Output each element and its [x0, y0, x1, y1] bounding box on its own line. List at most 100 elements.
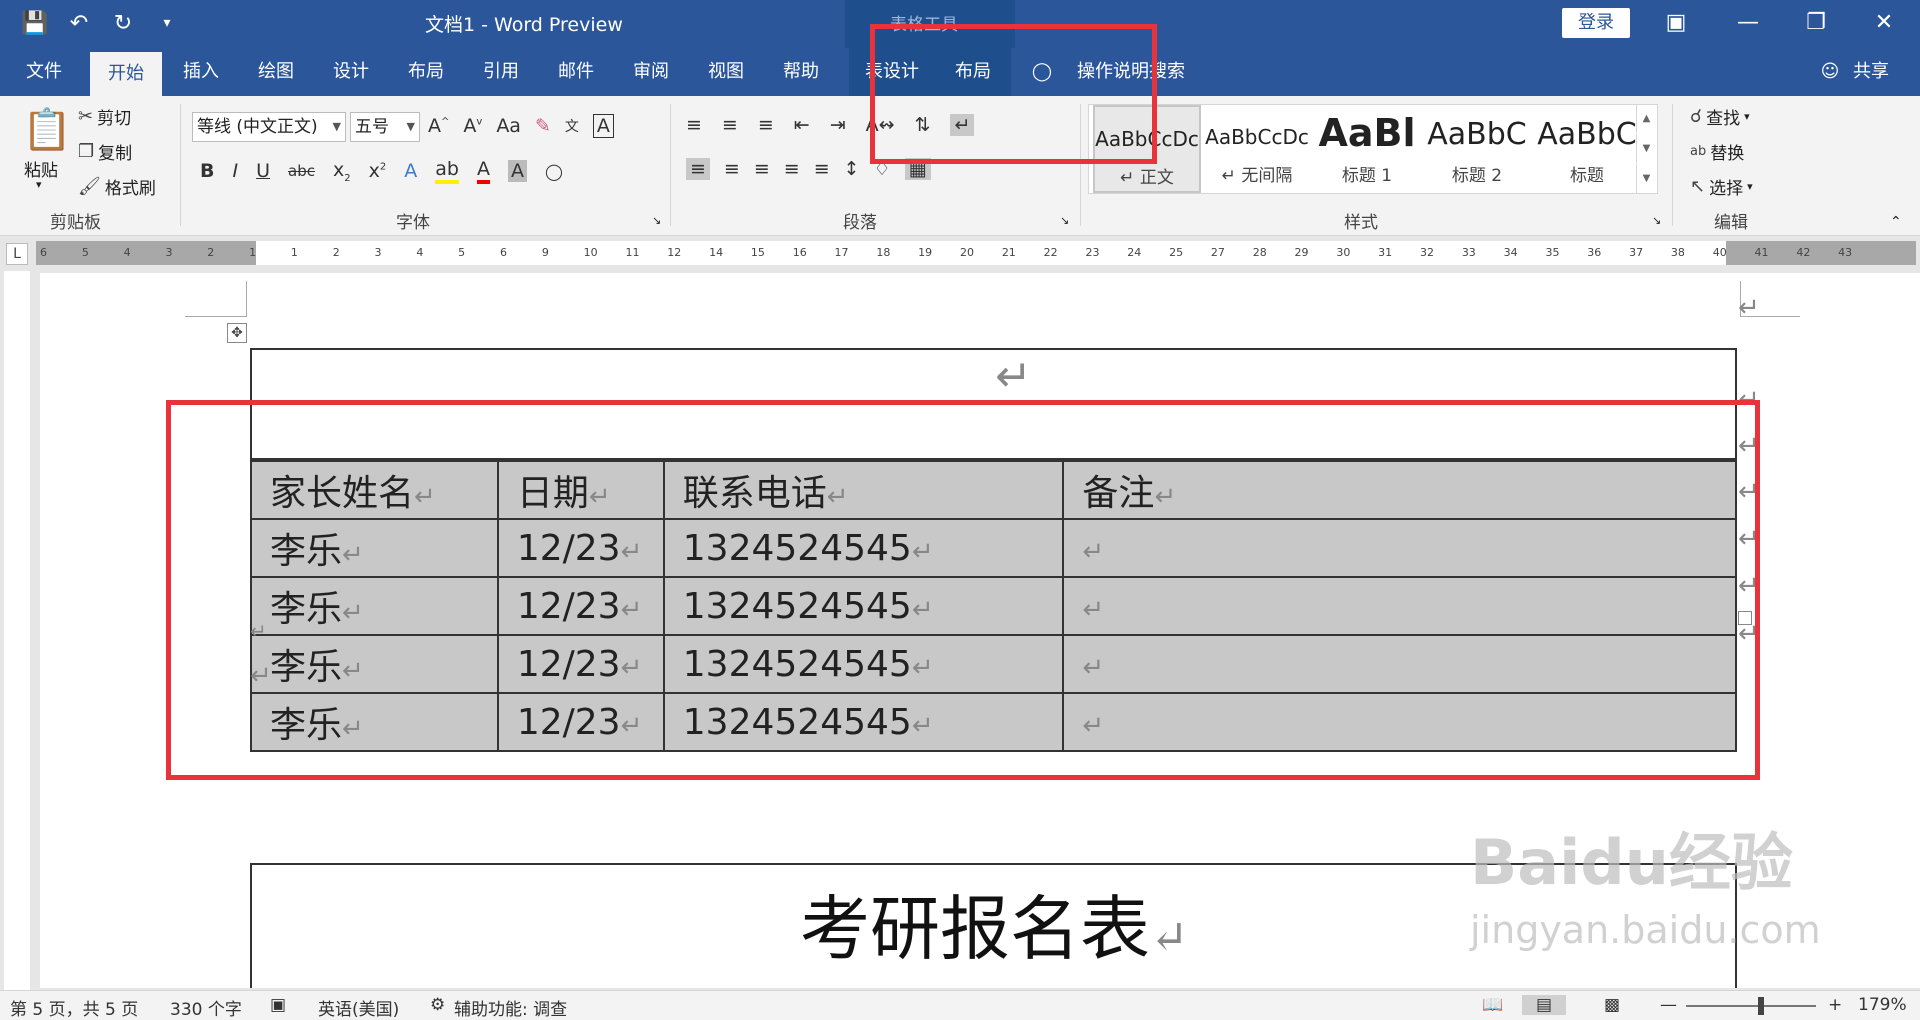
tab-file[interactable]: 文件 [12, 48, 76, 96]
quick-access-toolbar: 💾 ↶ ↻ ▾ [20, 8, 182, 38]
font-toolbar-row1: A^ Av Aa ✎ 文 A [428, 114, 614, 138]
style-heading-1[interactable]: AaBl 标题 1 [1313, 105, 1421, 193]
window-title: 文档1 - Word Preview [425, 14, 623, 36]
close-button[interactable]: ✕ [1866, 6, 1902, 40]
dialog-launcher-icon[interactable]: ↘ [652, 214, 661, 227]
distributed-icon[interactable]: ≡ [814, 158, 830, 180]
word-count[interactable]: 330 个字 [170, 995, 242, 1020]
ruler-number: 21 [1001, 246, 1016, 259]
zoom-out-icon[interactable]: — [1660, 995, 1677, 1015]
align-center-icon[interactable]: ≡ [724, 158, 740, 180]
italic-icon[interactable]: I [232, 160, 238, 182]
enclose-char-icon[interactable]: ◯ [545, 162, 563, 181]
change-case-button[interactable]: Aa [496, 115, 521, 137]
increase-indent-icon[interactable]: ⇥ [830, 114, 846, 136]
zoom-slider[interactable] [1686, 1005, 1816, 1007]
login-button[interactable]: 登录 [1562, 8, 1630, 38]
accessibility-status[interactable]: 辅助功能: 调查 [454, 995, 567, 1020]
row-end-mark: ↵ [1738, 293, 1760, 323]
customize-toolbar-icon[interactable]: ▾ [152, 8, 182, 38]
page-count[interactable]: 第 5 页，共 5 页 [10, 995, 138, 1020]
zoom-in-icon[interactable]: + [1828, 995, 1842, 1015]
align-right-icon[interactable]: ≡ [754, 158, 770, 180]
shrink-font-icon[interactable]: Av [463, 115, 482, 137]
ruler-number: 35 [1545, 246, 1560, 259]
maximize-button[interactable]: ❐ [1798, 6, 1834, 40]
decrease-indent-icon[interactable]: ⇤ [794, 114, 810, 136]
styles-scroll-up-icon[interactable]: ▲ [1636, 104, 1656, 133]
ruler-number: 28 [1252, 246, 1267, 259]
highlight-icon[interactable]: ab [435, 158, 459, 184]
dialog-launcher-icon[interactable]: ↘ [1060, 214, 1069, 227]
tab-layout[interactable]: 布局 [393, 48, 459, 96]
redo-icon[interactable]: ↻ [108, 8, 138, 38]
minimize-button[interactable]: — [1730, 6, 1766, 40]
ribbon-display-icon[interactable]: ▣ [1658, 6, 1694, 40]
styles-more-icon[interactable]: ▼ [1636, 164, 1656, 193]
web-layout-icon[interactable]: ▩ [1604, 995, 1620, 1015]
cut-button[interactable]: ✂ 剪切 [78, 104, 131, 129]
ruler-number: 22 [1043, 246, 1058, 259]
tab-home[interactable]: 开始 [90, 52, 162, 96]
tab-view[interactable]: 视图 [693, 48, 759, 96]
find-button[interactable]: ☌ 查找 ▾ [1690, 104, 1750, 129]
ruler-number: 32 [1420, 246, 1434, 259]
replace-button[interactable]: ab 替换 [1690, 139, 1744, 164]
zoom-slider-thumb[interactable] [1758, 997, 1764, 1015]
styles-scroll-down-icon[interactable]: ▼ [1636, 134, 1656, 163]
print-layout-icon[interactable]: ▤ [1522, 995, 1566, 1015]
tab-selector-icon[interactable]: L [6, 243, 28, 265]
tab-insert[interactable]: 插入 [168, 48, 234, 96]
tab-design[interactable]: 设计 [318, 48, 384, 96]
copy-button[interactable]: ❐ 复制 [78, 139, 132, 164]
justify-icon[interactable]: ≡ [784, 158, 800, 180]
tab-draw[interactable]: 绘图 [243, 48, 309, 96]
format-painter-label: 格式刷 [104, 179, 156, 199]
grow-font-icon[interactable]: A^ [428, 115, 449, 137]
ruler-number: 33 [1461, 246, 1476, 259]
select-button[interactable]: ↖ 选择 ▾ [1690, 174, 1753, 199]
paste-icon[interactable]: 📋 [22, 106, 72, 153]
text-effects-icon[interactable]: A [404, 160, 417, 182]
char-border-icon[interactable]: A [592, 114, 614, 138]
subscript-icon[interactable]: x2 [333, 159, 351, 184]
font-group-label: 字体 [396, 213, 430, 233]
style-no-spacing[interactable]: AaBbCcDc ↵ 无间隔 [1203, 105, 1311, 193]
language[interactable]: 英语(美国) [318, 995, 399, 1020]
font-color-icon[interactable]: A [476, 158, 490, 184]
tab-mailings[interactable]: 邮件 [543, 48, 609, 96]
collapse-ribbon-icon[interactable]: ⌃ [1890, 214, 1902, 230]
share-button[interactable]: 共享 [1846, 48, 1896, 96]
ruler-number: 1 [290, 246, 298, 259]
paste-dropdown-icon[interactable]: ▾ [36, 178, 42, 191]
dialog-launcher-icon[interactable]: ↘ [1652, 214, 1661, 227]
style-heading-2[interactable]: AaBbC 标题 2 [1423, 105, 1531, 193]
font-name-select[interactable]: 等线 (中文正文) ▼ [192, 112, 346, 142]
table-move-handle-icon[interactable]: ✥ [227, 323, 247, 343]
zoom-level[interactable]: 179% [1858, 995, 1907, 1015]
clear-format-icon[interactable]: ✎ [535, 115, 551, 137]
tab-references[interactable]: 引用 [468, 48, 534, 96]
format-painter-button[interactable]: 🖌 格式刷 [78, 174, 156, 199]
proofing-icon[interactable]: ▣ [270, 995, 286, 1015]
ruler-number: 31 [1378, 246, 1393, 259]
underline-icon[interactable]: U [256, 160, 270, 182]
cursor-icon: ↖ [1690, 176, 1706, 197]
strikethrough-icon[interactable]: abc [288, 162, 315, 180]
tab-help[interactable]: 帮助 [768, 48, 834, 96]
font-size-select[interactable]: 五号 ▼ [350, 112, 420, 142]
phonetic-guide-icon[interactable]: 文 [565, 116, 579, 136]
bold-icon[interactable]: B [200, 160, 214, 182]
superscript-icon[interactable]: x2 [369, 160, 387, 182]
save-icon[interactable]: 💾 [20, 8, 50, 38]
char-shading-icon[interactable]: A [507, 160, 527, 182]
bullets-icon[interactable]: ≡ [686, 114, 702, 136]
undo-icon[interactable]: ↶ [64, 8, 94, 38]
multilevel-list-icon[interactable]: ≡ [758, 114, 774, 136]
style-title[interactable]: AaBbC 标题 [1533, 105, 1641, 193]
numbering-icon[interactable]: ≡ [722, 114, 738, 136]
align-left-icon[interactable]: ≡ [686, 158, 710, 180]
tab-review[interactable]: 审阅 [618, 48, 684, 96]
line-spacing-icon[interactable]: ↕ [844, 158, 860, 180]
read-mode-icon[interactable]: 📖 [1482, 995, 1503, 1015]
